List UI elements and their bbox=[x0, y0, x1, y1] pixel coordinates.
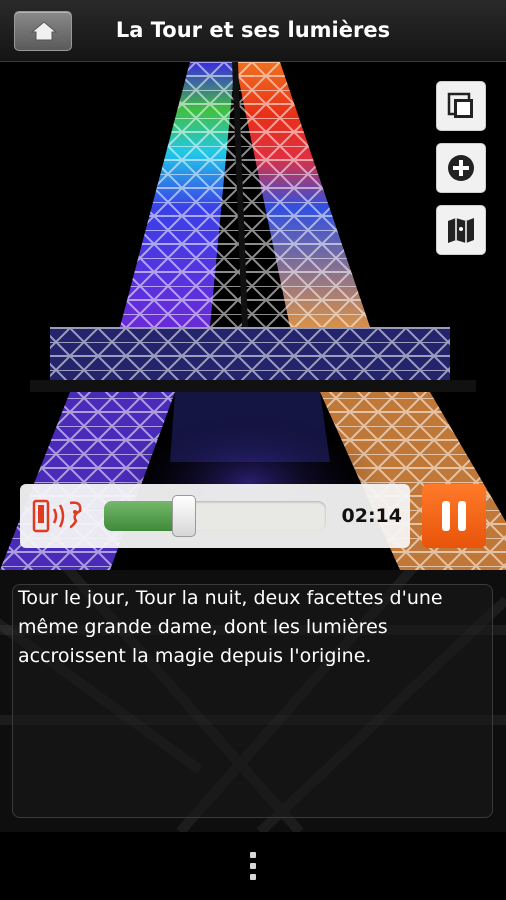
home-icon bbox=[30, 21, 58, 41]
map-button[interactable] bbox=[436, 205, 486, 255]
seek-bar[interactable] bbox=[104, 501, 326, 531]
gallery-button[interactable] bbox=[436, 81, 486, 131]
map-icon bbox=[448, 218, 474, 243]
zoom-in-button[interactable] bbox=[436, 143, 486, 193]
phone-speaker-icon bbox=[32, 499, 82, 533]
elapsed-time: 02:14 bbox=[341, 505, 402, 527]
pause-icon-bar bbox=[458, 501, 466, 531]
title-bar: La Tour et ses lumières bbox=[0, 0, 506, 62]
pause-button[interactable] bbox=[422, 484, 486, 548]
audio-player: 02:14 bbox=[20, 484, 410, 548]
page-title: La Tour et ses lumières bbox=[115, 18, 391, 42]
zoom-in-icon bbox=[448, 155, 474, 181]
gallery-icon bbox=[447, 92, 473, 118]
home-button[interactable] bbox=[14, 11, 72, 51]
overflow-menu-icon[interactable] bbox=[249, 852, 257, 884]
seek-thumb[interactable] bbox=[171, 495, 196, 537]
navigation-bar bbox=[0, 832, 506, 900]
description-text: Tour le jour, Tour la nuit, deux facette… bbox=[18, 587, 443, 667]
pause-icon bbox=[442, 501, 450, 531]
